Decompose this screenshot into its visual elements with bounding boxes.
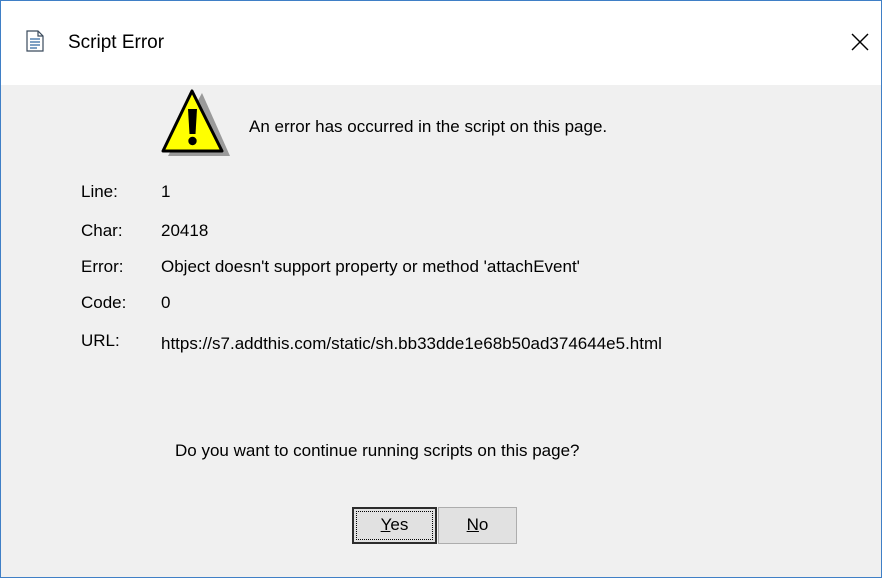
error-value: Object doesn't support property or metho…	[161, 257, 580, 276]
char-label: Char:	[81, 221, 123, 240]
no-button[interactable]: No	[438, 507, 517, 544]
continue-question: Do you want to continue running scripts …	[175, 441, 580, 460]
close-icon[interactable]	[847, 29, 873, 55]
yes-mnemonic: Y	[380, 515, 391, 534]
url-value: https://s7.addthis.com/static/sh.bb33dde…	[161, 334, 662, 353]
yes-label-rest: es	[390, 515, 409, 534]
error-label: Error:	[81, 257, 124, 276]
error-message: An error has occurred in the script on t…	[249, 117, 608, 136]
char-value: 20418	[161, 221, 209, 240]
line-value: 1	[161, 182, 171, 201]
no-label-rest: o	[478, 515, 489, 534]
dialog-title: Script Error	[68, 32, 165, 53]
yes-button[interactable]: Yes	[352, 507, 437, 544]
url-label: URL:	[81, 331, 120, 350]
document-icon	[26, 30, 44, 52]
no-mnemonic: N	[466, 515, 479, 534]
code-label: Code:	[81, 293, 127, 312]
line-label: Line:	[81, 182, 118, 201]
title-bar[interactable]: Script Error	[1, 1, 881, 85]
script-error-dialog: Script Error An error has occurred in th…	[0, 0, 882, 578]
warning-icon	[156, 87, 230, 159]
code-value: 0	[161, 293, 171, 312]
